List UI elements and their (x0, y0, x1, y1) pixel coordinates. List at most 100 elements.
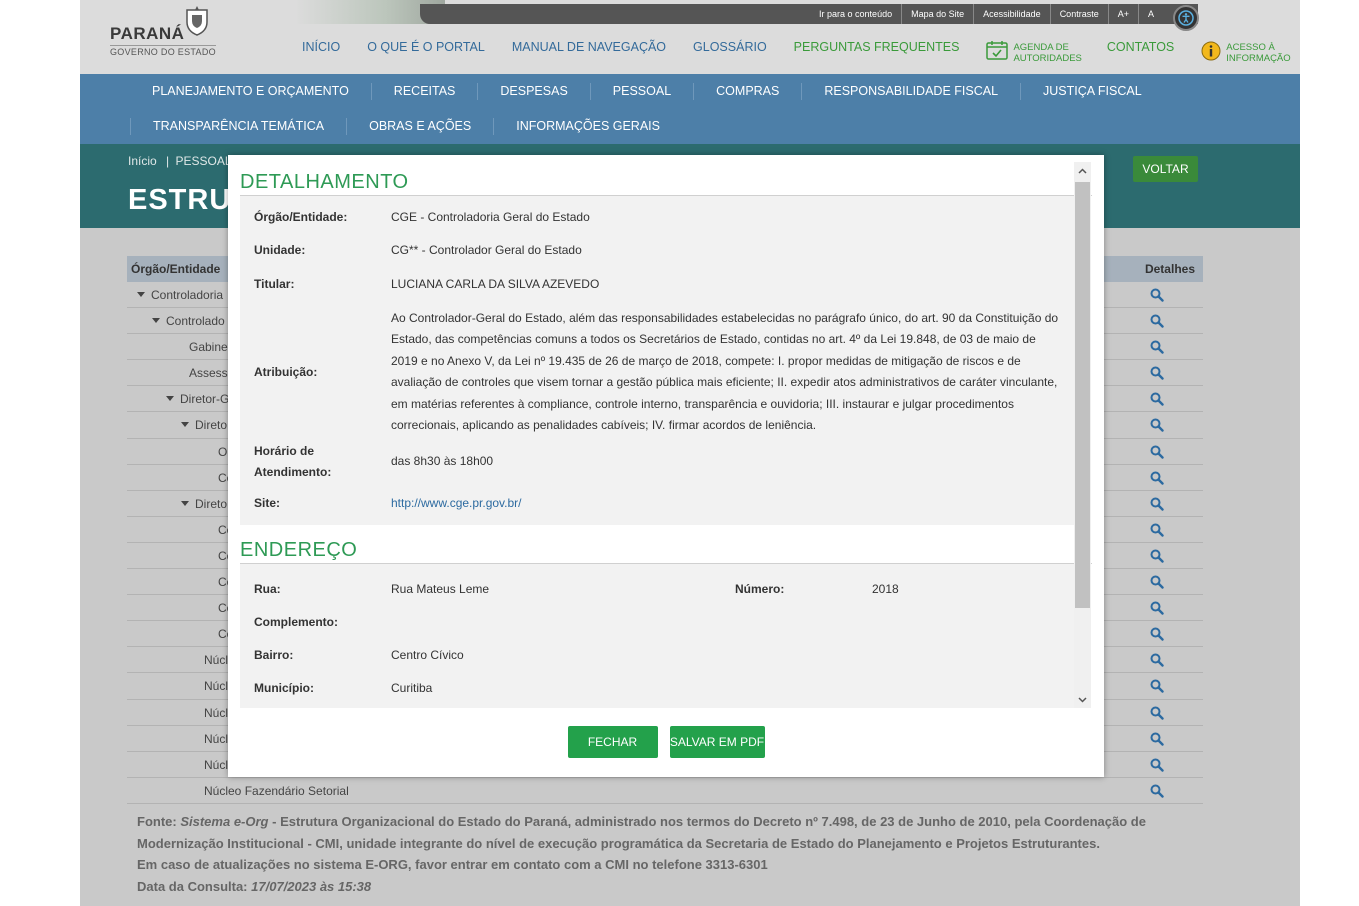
atribuicao-value: Ao Controlador-Geral do Estado, além das… (391, 310, 1059, 433)
magnifier-icon[interactable] (1150, 523, 1164, 537)
skip-to-content-link[interactable]: Ir para o conteúdo (810, 4, 901, 24)
orgao-value: CGE - Controladoria Geral do Estado (391, 210, 590, 224)
magnifier-icon[interactable] (1150, 340, 1164, 354)
fechar-button[interactable]: FECHAR (567, 726, 658, 758)
bairro-value: Centro Cívico (391, 648, 464, 662)
nav-agenda-autoridades[interactable]: AGENDA DE AUTORIDADES (986, 40, 1082, 64)
fonte-system: Sistema e-Org (180, 814, 269, 829)
acesso-label-2: INFORMAÇÃO (1226, 53, 1291, 64)
bairro-label: Bairro: (254, 648, 294, 662)
menu-compras[interactable]: COMPRAS (693, 83, 801, 100)
expand-caret-icon[interactable] (166, 396, 174, 402)
row-label: Direto (195, 418, 228, 433)
nav-inicio[interactable]: INÍCIO (302, 40, 340, 54)
magnifier-icon[interactable] (1150, 706, 1164, 720)
nav-acesso-informacao[interactable]: ACESSO À INFORMAÇÃO (1201, 40, 1291, 64)
site-map-link[interactable]: Mapa do Site (901, 4, 973, 24)
menu-obras-acoes[interactable]: OBRAS E AÇÕES (346, 118, 493, 135)
nav-manual[interactable]: MANUAL DE NAVEGAÇÃO (512, 40, 666, 54)
numero-label: Número: (735, 582, 785, 596)
endereco-box: Rua: Rua Mateus Leme Número: 2018 Comple… (240, 564, 1074, 708)
main-nav: INÍCIO O QUE É O PORTAL MANUAL DE NAVEGA… (302, 40, 1300, 64)
modal-scroll-area[interactable]: DETALHAMENTO Órgão/Entidade: CGE - Contr… (240, 163, 1092, 708)
nav-perguntas-frequentes[interactable]: PERGUNTAS FREQUENTES (794, 40, 960, 54)
menu-responsabilidade-fiscal[interactable]: RESPONSABILIDADE FISCAL (801, 83, 1020, 100)
contrast-link[interactable]: Contraste (1049, 4, 1108, 24)
magnifier-icon[interactable] (1150, 732, 1164, 746)
magnifier-icon[interactable] (1150, 418, 1164, 433)
voltar-button[interactable]: VOLTAR (1133, 156, 1198, 182)
titular-value: LUCIANA CARLA DA SILVA AZEVEDO (391, 277, 600, 291)
magnifier-icon[interactable] (1150, 784, 1164, 798)
field-orgao: Órgão/Entidade: CGE - Controladoria Gera… (254, 210, 1062, 243)
field-site: Site: http://www.cge.pr.gov.br/ (254, 487, 1062, 521)
field-complemento: Complemento: (254, 615, 1062, 648)
horario-label-1: Horário de (254, 444, 315, 458)
magnifier-icon[interactable] (1150, 314, 1164, 328)
state-crest-icon (186, 6, 208, 36)
magnifier-icon[interactable] (1150, 445, 1164, 459)
accessibility-link[interactable]: Acessibilidade (973, 4, 1050, 24)
menu-informacoes-gerais[interactable]: INFORMAÇÕES GERAIS (493, 118, 682, 135)
horario-value: das 8h30 às 18h00 (391, 454, 494, 469)
font-increase-link[interactable]: A+ (1107, 4, 1138, 24)
magnifier-icon[interactable] (1150, 653, 1164, 668)
topic-menu-row-1: PLANEJAMENTO E ORÇAMENTO RECEITAS DESPES… (130, 83, 1164, 100)
info-icon (1201, 41, 1221, 61)
menu-planejamento[interactable]: PLANEJAMENTO E ORÇAMENTO (130, 83, 371, 100)
magnifier-icon[interactable] (1150, 601, 1164, 615)
salvar-pdf-button[interactable]: SALVAR EM PDF (669, 726, 765, 758)
field-rua: Rua: Rua Mateus Leme Número: 2018 (254, 582, 1062, 615)
agenda-label-2: AUTORIDADES (1013, 53, 1082, 64)
nav-o-que-e-o-portal[interactable]: O QUE É O PORTAL (367, 40, 485, 54)
magnifier-icon[interactable] (1150, 288, 1164, 302)
field-unidade: Unidade: CG** - Controlador Geral do Est… (254, 243, 1062, 277)
row-label: Controlado (166, 314, 225, 329)
fonte-label: Fonte: (137, 814, 177, 829)
menu-despesas[interactable]: DESPESAS (477, 83, 589, 100)
modal-scrollbar[interactable] (1074, 162, 1091, 708)
horario-label: Horário de Atendimento: (254, 441, 391, 483)
magnifier-icon[interactable] (1150, 679, 1164, 694)
expand-caret-icon[interactable] (181, 422, 189, 428)
detalhamento-modal: DETALHAMENTO Órgão/Entidade: CGE - Contr… (228, 155, 1104, 777)
modal-buttons: FECHAR SALVAR EM PDF (228, 726, 1104, 758)
nav-glossario[interactable]: GLOSSÁRIO (693, 40, 767, 54)
expand-caret-icon[interactable] (152, 318, 160, 324)
site-link[interactable]: http://www.cge.pr.gov.br/ (391, 496, 522, 510)
field-titular: Titular: LUCIANA CARLA DA SILVA AZEVEDO (254, 277, 1062, 307)
magnifier-icon[interactable] (1150, 392, 1164, 407)
menu-transparencia-tematica[interactable]: TRANSPARÊNCIA TEMÁTICA (130, 118, 346, 135)
row-label: Diretor-G (180, 392, 230, 407)
row-label: Gabinet (189, 340, 232, 355)
magnifier-icon[interactable] (1150, 758, 1164, 772)
scroll-down-icon[interactable] (1078, 695, 1087, 704)
breadcrumb-home[interactable]: Início (128, 154, 157, 168)
scroll-thumb[interactable] (1075, 182, 1090, 608)
data-consulta-label: Data da Consulta: (137, 878, 248, 894)
complemento-label: Complemento: (254, 615, 338, 629)
atribuicao-label: Atribuição: (254, 365, 318, 379)
scroll-up-icon[interactable] (1078, 167, 1087, 176)
expand-caret-icon[interactable] (137, 292, 145, 297)
magnifier-icon[interactable] (1150, 497, 1164, 511)
breadcrumb-current[interactable]: PESSOAL (176, 154, 232, 168)
magnifier-icon[interactable] (1150, 627, 1164, 641)
menu-pessoal[interactable]: PESSOAL (589, 83, 693, 100)
menu-receitas[interactable]: RECEITAS (370, 83, 478, 100)
breadcrumb-separator: | (166, 154, 170, 168)
magnifier-icon[interactable] (1150, 471, 1164, 485)
acesso-label-1: ACESSO À (1226, 42, 1275, 53)
data-consulta-value: 17/07/2023 às 15:38 (251, 878, 372, 894)
calendar-check-icon (986, 41, 1009, 60)
site-label: Site: (254, 496, 281, 510)
nav-contatos[interactable]: CONTATOS (1107, 40, 1174, 54)
menu-justica-fiscal[interactable]: JUSTIÇA FISCAL (1020, 83, 1164, 100)
expand-caret-icon[interactable] (181, 500, 189, 506)
logo-subtitle: GOVERNO DO ESTADO (110, 45, 216, 57)
magnifier-icon[interactable] (1150, 575, 1164, 589)
magnifier-icon[interactable] (1150, 549, 1164, 563)
field-atribuicao: Atribuição: Ao Controlador-Geral do Esta… (254, 307, 1062, 437)
magnifier-icon[interactable] (1150, 366, 1164, 380)
accessibility-button[interactable] (1173, 5, 1199, 31)
